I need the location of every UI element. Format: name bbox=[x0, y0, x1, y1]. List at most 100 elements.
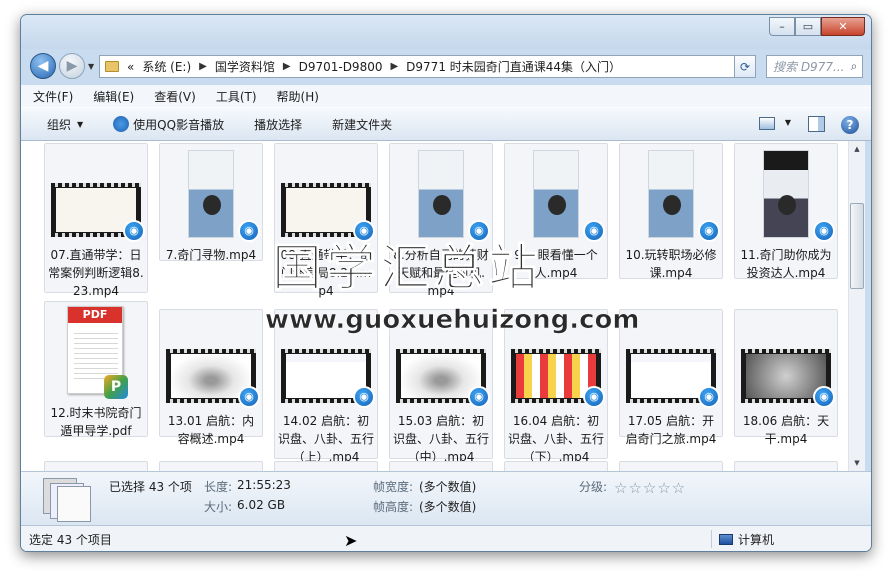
view-options-chevron-icon[interactable]: ▼ bbox=[785, 118, 791, 127]
search-icon[interactable]: ⌕ bbox=[846, 59, 862, 74]
details-pane: 已选择 43 个项 长度: 21:55:23 大小: 6.02 GB 帧宽度: … bbox=[21, 471, 871, 527]
pdf-document-icon: PDF P bbox=[67, 306, 128, 399]
rating-label: 分级: bbox=[579, 480, 608, 494]
qq-player-badge-icon: ◉ bbox=[698, 220, 720, 242]
file-item[interactable]: ◉ 15.03 启航：初识盘、八卦、五行（中）.mp4 bbox=[389, 309, 493, 464]
vertical-scrollbar[interactable]: ▲ ▼ bbox=[848, 141, 865, 471]
file-name: 08.直通带学：奇门终身局8.24.mp4 bbox=[280, 248, 372, 298]
scroll-up-icon[interactable]: ▲ bbox=[849, 141, 865, 157]
scroll-thumb[interactable] bbox=[850, 203, 864, 289]
close-button[interactable]: ✕ bbox=[821, 17, 865, 36]
organize-button[interactable]: 组织 ▼ bbox=[47, 116, 83, 133]
video-thumbnail: ◉ bbox=[511, 148, 605, 244]
folder-icon bbox=[105, 61, 119, 72]
forward-button[interactable]: ▶ bbox=[59, 53, 85, 79]
menu-bar: 文件(F) 编辑(E) 查看(V) 工具(T) 帮助(H) bbox=[21, 85, 871, 107]
breadcrumb-library[interactable]: 国学资料馆 bbox=[211, 58, 279, 75]
qq-player-icon bbox=[113, 116, 130, 132]
file-item[interactable] bbox=[389, 461, 493, 471]
breadcrumb-chevron-icon[interactable]: ▶ bbox=[283, 61, 291, 72]
file-name: 12.时末书院奇门遁甲导学.pdf bbox=[50, 406, 142, 438]
file-item[interactable] bbox=[734, 461, 838, 471]
file-item[interactable]: ◉ 17.05 启航：开启奇门之旅.mp4 bbox=[619, 309, 723, 446]
menu-file[interactable]: 文件(F) bbox=[33, 88, 73, 105]
explorer-window: – ▭ ✕ ◀ ▶ ▼ « 系统 (E:) ▶ 国学资料馆 ▶ D9701-D9… bbox=[20, 14, 872, 552]
recent-pages-dropdown-icon[interactable]: ▼ bbox=[88, 62, 94, 71]
caption-buttons: – ▭ ✕ bbox=[769, 17, 865, 36]
mouse-cursor-icon: ➤ bbox=[344, 531, 358, 550]
menu-tools[interactable]: 工具(T) bbox=[216, 88, 257, 105]
file-list[interactable]: ◉ 07.直通带学：日常案例判断逻辑8.23.mp4 ◉ 7.奇门寻物.mp4 … bbox=[21, 141, 849, 471]
video-thumbnail: ◉ bbox=[281, 148, 375, 244]
length-label: 长度: bbox=[204, 480, 233, 494]
file-item[interactable]: ◉ 11.奇门助你成为投资达人.mp4 bbox=[734, 143, 838, 280]
file-item[interactable]: ◉ 07.直通带学：日常案例判断逻辑8.23.mp4 bbox=[44, 143, 148, 298]
file-item[interactable]: ◉ 8.分析自己的获财天赋和最佳时机.mp4 bbox=[389, 143, 493, 298]
change-view-icon[interactable] bbox=[759, 117, 775, 130]
file-item[interactable] bbox=[504, 461, 608, 471]
menu-edit[interactable]: 编辑(E) bbox=[93, 88, 134, 105]
file-item[interactable]: ◉ 7.奇门寻物.mp4 bbox=[159, 143, 263, 262]
qq-player-badge-icon: ◉ bbox=[353, 386, 375, 408]
minimize-button[interactable]: – bbox=[769, 17, 795, 36]
video-thumbnail: ◉ bbox=[281, 314, 375, 410]
refresh-button[interactable]: ⟳ bbox=[734, 55, 756, 78]
file-item[interactable] bbox=[44, 461, 148, 471]
selection-stack-icon bbox=[43, 478, 91, 522]
video-thumbnail: ◉ bbox=[741, 314, 835, 410]
file-item[interactable]: ◉ 08.直通带学：奇门终身局8.24.mp4 bbox=[274, 143, 378, 298]
menu-help[interactable]: 帮助(H) bbox=[277, 88, 319, 105]
video-thumbnail: ◉ bbox=[396, 148, 490, 244]
maximize-button[interactable]: ▭ bbox=[795, 17, 821, 36]
video-thumbnail: ◉ bbox=[626, 148, 720, 244]
file-item[interactable] bbox=[159, 461, 263, 471]
file-item[interactable]: PDF P 12.时末书院奇门遁甲导学.pdf bbox=[44, 301, 148, 438]
preview-pane-icon[interactable] bbox=[808, 116, 825, 132]
file-item[interactable] bbox=[619, 461, 723, 471]
breadcrumb-chevron-icon[interactable]: ▶ bbox=[390, 61, 398, 72]
file-item[interactable]: ◉ 10.玩转职场必修课.mp4 bbox=[619, 143, 723, 280]
refresh-icon: ⟳ bbox=[739, 59, 751, 74]
size-value: 6.02 GB bbox=[237, 498, 286, 512]
qq-player-badge-icon: ◉ bbox=[468, 220, 490, 242]
back-arrow-icon: ◀ bbox=[37, 58, 49, 74]
file-name: 14.02 启航：初识盘、八卦、五行（上）.mp4 bbox=[278, 414, 375, 464]
breadcrumb-range[interactable]: D9701-D9800 bbox=[295, 60, 387, 74]
help-icon[interactable]: ? bbox=[841, 116, 859, 134]
menu-view[interactable]: 查看(V) bbox=[154, 88, 196, 105]
portrait-thumbnail bbox=[763, 150, 809, 238]
rating-stars[interactable]: ☆☆☆☆☆ bbox=[614, 479, 686, 497]
search-input[interactable]: 搜索 D977... bbox=[767, 58, 846, 75]
scroll-down-icon[interactable]: ▼ bbox=[849, 455, 865, 471]
file-item[interactable]: ◉ 13.01 启航：内容概述.mp4 bbox=[159, 309, 263, 446]
status-divider bbox=[711, 530, 712, 548]
file-item[interactable]: ◉ 16.04 启航：初识盘、八卦、五行（下）.mp4 bbox=[504, 309, 608, 464]
file-item[interactable]: ◉ 18.06 启航：天干.mp4 bbox=[734, 309, 838, 446]
video-thumbnail: ◉ bbox=[51, 148, 145, 244]
breadcrumb-drive[interactable]: 系统 (E:) bbox=[138, 58, 195, 75]
video-thumbnail: ◉ bbox=[511, 314, 605, 410]
video-thumbnail: ◉ bbox=[396, 314, 490, 410]
new-folder-label: 新建文件夹 bbox=[332, 117, 393, 132]
file-item[interactable]: ◉ 14.02 启航：初识盘、八卦、五行（上）.mp4 bbox=[274, 309, 378, 464]
breadcrumb-overflow[interactable]: « bbox=[123, 60, 138, 74]
organize-label: 组织 bbox=[47, 117, 72, 132]
file-item[interactable]: ◉ 9.一眼看懂一个人.mp4 bbox=[504, 143, 608, 280]
play-selection-label: 播放选择 bbox=[254, 117, 303, 132]
play-qq-button[interactable]: 使用QQ影音播放 bbox=[113, 116, 224, 133]
file-item[interactable] bbox=[274, 461, 378, 471]
file-name: 16.04 启航：初识盘、八卦、五行（下）.mp4 bbox=[508, 414, 605, 464]
title-bar: – ▭ ✕ bbox=[21, 15, 871, 49]
breadcrumb-current[interactable]: D9771 时未园奇门直通课44集（入门） bbox=[402, 58, 625, 75]
address-bar[interactable]: « 系统 (E:) ▶ 国学资料馆 ▶ D9701-D9800 ▶ D9771 … bbox=[99, 55, 756, 78]
new-folder-button[interactable]: 新建文件夹 bbox=[332, 116, 392, 133]
file-name: 7.奇门寻物.mp4 bbox=[165, 248, 257, 262]
navigation-row: ◀ ▶ ▼ « 系统 (E:) ▶ 国学资料馆 ▶ D9701-D9800 ▶ … bbox=[21, 49, 871, 83]
search-box[interactable]: 搜索 D977... ⌕ bbox=[766, 55, 863, 78]
size-label: 大小: bbox=[204, 500, 233, 514]
play-selection-button[interactable]: 播放选择 bbox=[254, 116, 302, 133]
qq-player-badge-icon: ◉ bbox=[123, 220, 145, 242]
back-button[interactable]: ◀ bbox=[30, 53, 56, 79]
file-name: 15.03 启航：初识盘、八卦、五行（中）.mp4 bbox=[393, 414, 490, 464]
breadcrumb-chevron-icon[interactable]: ▶ bbox=[199, 61, 207, 72]
